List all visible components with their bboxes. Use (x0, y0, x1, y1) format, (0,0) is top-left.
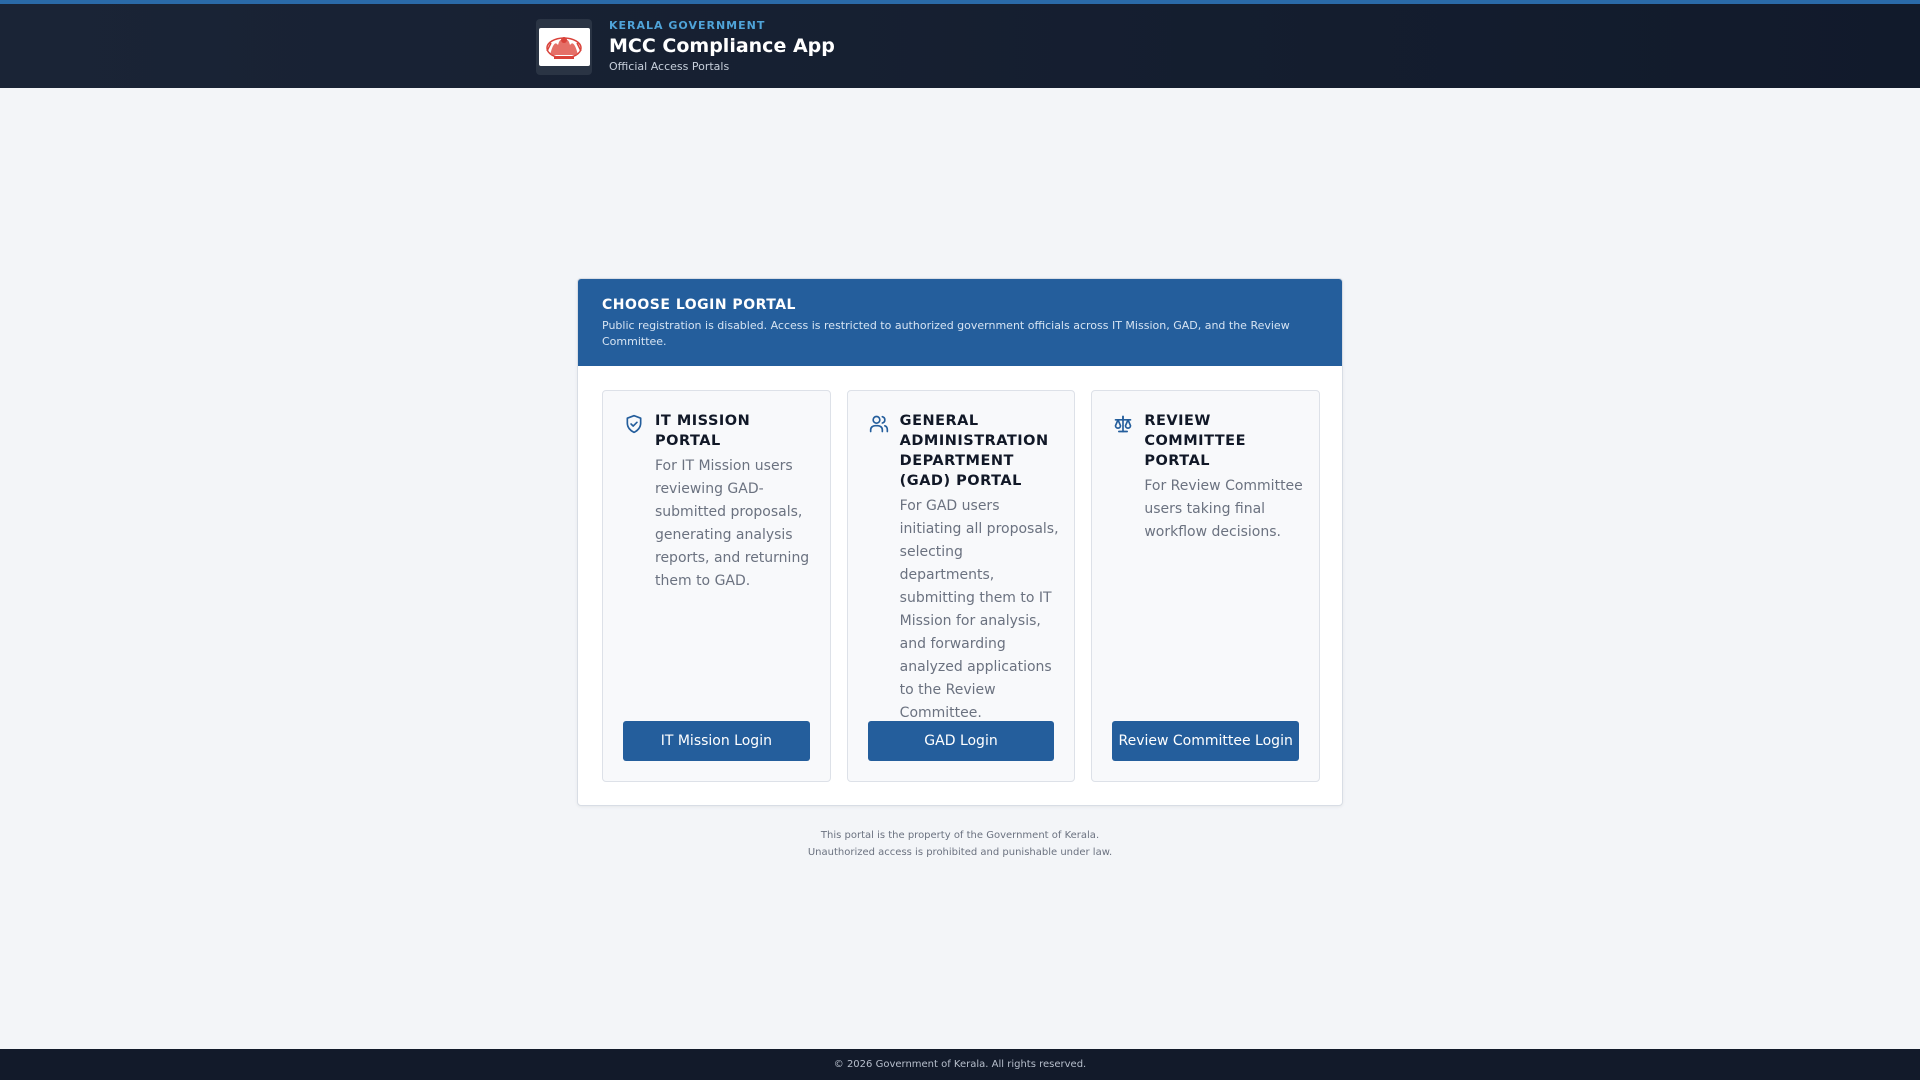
portal-description: For GAD users initiating all proposals, … (899, 498, 1059, 721)
portal-list: IT Mission Portal For IT Mission users r… (602, 390, 1321, 782)
app-header: KERALA GOVERNMENT MCC Compliance App Off… (0, 0, 1920, 88)
notice-line: This portal is the property of the Gover… (820, 830, 1100, 841)
gad-login-button[interactable]: GAD Login (867, 721, 1055, 761)
app-subtitle: Official Access Portals (609, 60, 730, 73)
card-title: CHOOSE LOGIN PORTAL (602, 297, 796, 313)
scale-icon (1113, 414, 1133, 434)
brand: KERALA GOVERNMENT MCC Compliance App Off… (536, 19, 835, 75)
portal-title: General Administration Department (GAD) … (899, 413, 1049, 489)
government-label: KERALA GOVERNMENT (609, 19, 766, 32)
portal-title: IT Mission Portal (655, 413, 751, 449)
page-footer: © 2026 Government of Kerala. All rights … (0, 1049, 1920, 1080)
portal-description: For IT Mission users reviewing GAD-submi… (655, 458, 810, 589)
copyright-text: © 2026 Government of Kerala. All rights … (833, 1059, 1087, 1070)
login-portal-card: CHOOSE LOGIN PORTAL Public registration … (577, 278, 1343, 806)
portal-title: Review Committee Portal (1144, 413, 1246, 469)
notice-line: Unauthorized access is prohibited and pu… (807, 847, 1113, 858)
legal-notice: This portal is the property of the Gover… (0, 827, 1920, 861)
it-mission-login-button[interactable]: IT Mission Login (623, 721, 810, 761)
shield-check-icon (624, 414, 644, 434)
card-header: CHOOSE LOGIN PORTAL Public registration … (578, 279, 1342, 366)
users-icon (869, 414, 889, 434)
portal-it-mission: IT Mission Portal For IT Mission users r… (602, 390, 831, 782)
review-committee-login-button[interactable]: Review Committee Login (1112, 721, 1300, 761)
portal-gad: General Administration Department (GAD) … (846, 390, 1076, 782)
kerala-emblem-icon (536, 19, 592, 75)
card-description: Public registration is disabled. Access … (602, 319, 1290, 348)
portal-description: For Review Committee users taking final … (1144, 478, 1303, 540)
app-title: MCC Compliance App (609, 35, 835, 57)
portal-review-committee: Review Committee Portal For Review Commi… (1091, 390, 1321, 782)
